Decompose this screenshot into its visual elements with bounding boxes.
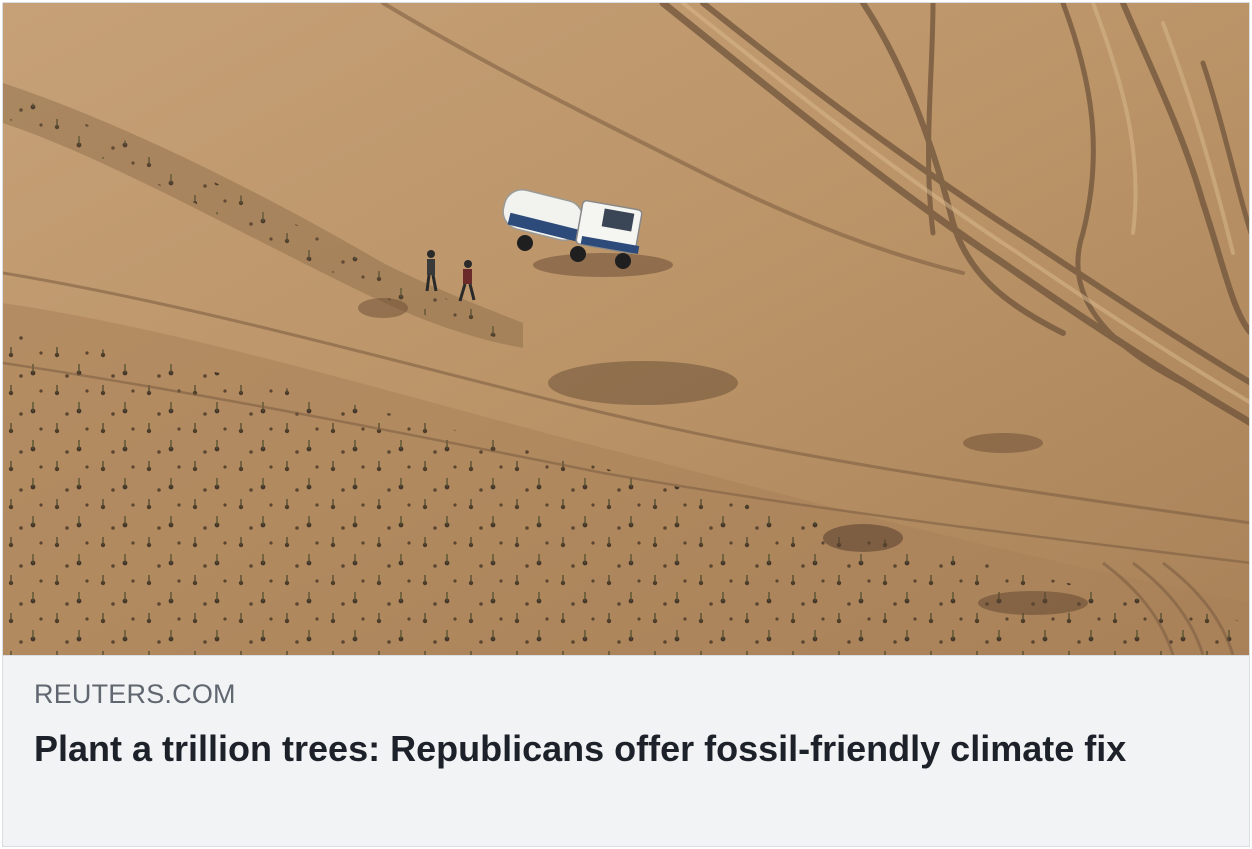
article-headline[interactable]: Plant a trillion trees: Republicans offe… xyxy=(34,724,1214,773)
link-preview-card[interactable]: REUTERS.COM Plant a trillion trees: Repu… xyxy=(2,2,1250,847)
article-photo[interactable] xyxy=(3,3,1249,655)
source-domain: REUTERS.COM xyxy=(34,679,236,709)
link-preview-caption[interactable]: REUTERS.COM Plant a trillion trees: Repu… xyxy=(3,655,1249,846)
